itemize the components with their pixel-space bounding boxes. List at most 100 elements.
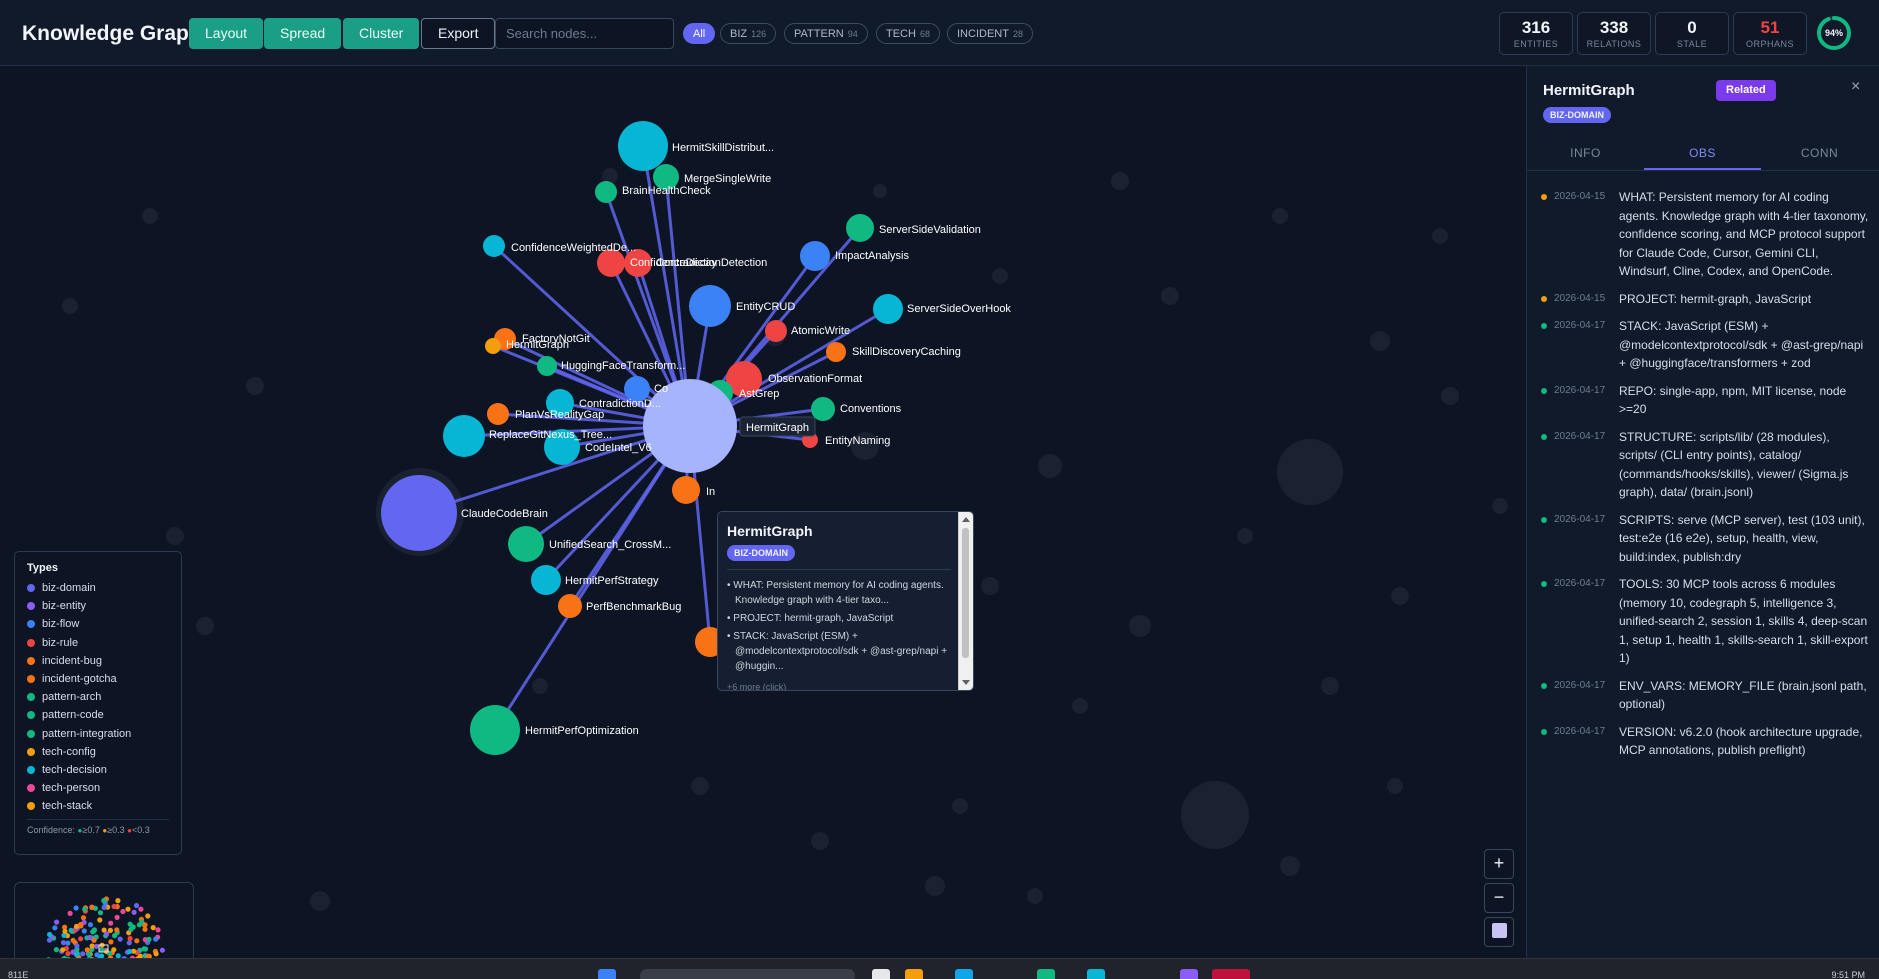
scroll-up-arrow-icon[interactable] xyxy=(962,517,970,522)
tab-conn[interactable]: CONN xyxy=(1761,138,1878,168)
node-label: SkillDiscoveryCaching xyxy=(852,346,961,358)
graph-node[interactable] xyxy=(537,356,557,376)
graph-node[interactable] xyxy=(508,526,544,562)
background-node xyxy=(1038,454,1062,478)
background-node xyxy=(1111,172,1129,190)
graph-node[interactable] xyxy=(487,403,509,425)
node-label: HermitGraph xyxy=(506,339,569,351)
stat-label: ORPHANS xyxy=(1745,39,1794,49)
spread-button[interactable]: Spread xyxy=(264,18,342,49)
legend-label: pattern-integration xyxy=(42,727,132,740)
legend-list: biz-domain biz-entity biz-flow biz-rule inci… xyxy=(27,579,169,815)
observation-dot xyxy=(1541,516,1547,523)
scrollbar-thumb[interactable] xyxy=(962,528,969,658)
minimap-svg[interactable] xyxy=(15,883,194,958)
minimap-dot xyxy=(114,914,120,920)
background-node xyxy=(1277,439,1343,505)
minimap-dot xyxy=(112,933,118,939)
filter-chip-all[interactable]: All xyxy=(683,23,716,44)
node-label: MergeSingleWrite xyxy=(684,173,771,185)
tab-obs[interactable]: OBS xyxy=(1644,138,1761,170)
stat-orphans: 51 ORPHANS xyxy=(1733,12,1807,55)
legend-item: biz-domain xyxy=(27,579,169,597)
observation-date: 2026-04-17 xyxy=(1554,320,1606,331)
search-input[interactable] xyxy=(495,18,674,49)
graph-node[interactable] xyxy=(765,320,787,342)
panel-type-badge: BIZ-DOMAIN xyxy=(1543,107,1611,123)
legend-color-dot xyxy=(27,693,35,702)
zoom-out-button[interactable]: − xyxy=(1484,883,1514,913)
legend-item: tech-config xyxy=(27,743,169,761)
minimap-dot xyxy=(89,943,95,949)
scroll-down-arrow-icon[interactable] xyxy=(962,680,970,685)
graph-node[interactable] xyxy=(485,338,501,354)
selected-node-label: HermitGraph xyxy=(746,422,809,434)
filter-chip-incident[interactable]: INCIDENT 28 xyxy=(947,23,1033,44)
background-node xyxy=(1280,856,1300,876)
background-node xyxy=(1237,528,1253,544)
tooltip-observation: • PROJECT: hermit-graph, JavaScript xyxy=(727,613,894,624)
layout-button[interactable]: Layout xyxy=(189,18,264,49)
app-title: Knowledge Graph xyxy=(22,22,202,45)
graph-node[interactable] xyxy=(531,565,561,595)
graph-node[interactable] xyxy=(873,294,903,324)
close-icon[interactable]: × xyxy=(1851,78,1860,96)
legend-item: tech-stack xyxy=(27,797,169,815)
fit-view-icon xyxy=(1491,923,1507,939)
graph-node[interactable] xyxy=(470,705,520,755)
graph-node[interactable] xyxy=(618,121,668,171)
legend-color-dot xyxy=(27,711,35,720)
background-node xyxy=(1321,677,1339,695)
minimap-dot xyxy=(114,927,120,933)
background-node xyxy=(532,678,548,694)
background-node xyxy=(952,798,968,814)
graph-node[interactable] xyxy=(483,235,505,257)
graph-node[interactable] xyxy=(381,475,457,551)
graph-node[interactable] xyxy=(672,476,700,504)
minimap-dot xyxy=(134,938,140,944)
minimap-dot xyxy=(80,951,86,957)
graph-node[interactable] xyxy=(826,342,846,362)
panel-tabs: INFO OBS CONN xyxy=(1527,138,1879,171)
graph-node[interactable] xyxy=(558,594,582,618)
background-node xyxy=(1492,498,1508,514)
minimap-dot xyxy=(127,948,133,955)
graph-canvas[interactable]: HermitSkillDistribut... MergeSingleWrite B… xyxy=(0,66,1526,958)
minimap-dot xyxy=(80,915,87,921)
stat-label: ENTITIES xyxy=(1513,39,1559,49)
graph-node[interactable] xyxy=(689,285,731,327)
node-tooltip[interactable]: HermitGraph BIZ-DOMAIN • WHAT: Persisten… xyxy=(717,511,974,691)
legend-label: incident-bug xyxy=(42,654,102,667)
observation-item: 2026-04-17 STACK: JavaScript (ESM) + @mod… xyxy=(1541,317,1871,373)
background-node xyxy=(1441,387,1459,405)
graph-node[interactable] xyxy=(595,181,617,203)
observation-date: 2026-04-17 xyxy=(1554,430,1606,442)
zoom-in-button[interactable]: + xyxy=(1484,849,1514,879)
fit-view-button[interactable] xyxy=(1484,917,1514,947)
stat-label: STALE xyxy=(1676,39,1708,49)
background-node xyxy=(1272,208,1288,224)
minimap[interactable] xyxy=(14,882,194,958)
minimap-dot xyxy=(125,906,131,912)
graph-node[interactable] xyxy=(846,214,874,242)
stat-value: 316 xyxy=(1521,18,1551,37)
background-node xyxy=(1161,287,1179,305)
export-button[interactable]: Export xyxy=(421,18,496,49)
cluster-button[interactable]: Cluster xyxy=(343,18,420,49)
filter-chip-count: 68 xyxy=(919,29,930,39)
legend-color-dot xyxy=(27,584,35,593)
minimap-dot xyxy=(78,922,84,928)
related-button[interactable]: Related xyxy=(1716,80,1776,101)
tooltip-scrollbar[interactable] xyxy=(958,512,973,690)
node-label: ConfidenceWeightedDe... xyxy=(511,242,636,254)
tooltip-more-link[interactable]: +6 more (click) xyxy=(727,682,786,690)
tab-info[interactable]: INFO xyxy=(1527,138,1644,168)
legend-label: pattern-code xyxy=(42,709,104,722)
filter-chip-biz[interactable]: BIZ 126 xyxy=(720,23,777,44)
graph-node[interactable] xyxy=(800,241,830,271)
observation-text: SCRIPTS: serve (MCP server), test (103 u… xyxy=(1619,512,1865,564)
filter-chip-tech[interactable]: TECH 68 xyxy=(876,23,940,44)
graph-node[interactable] xyxy=(443,415,485,457)
filter-chip-pattern[interactable]: PATTERN 94 xyxy=(784,23,868,44)
minimap-dot xyxy=(120,908,126,915)
